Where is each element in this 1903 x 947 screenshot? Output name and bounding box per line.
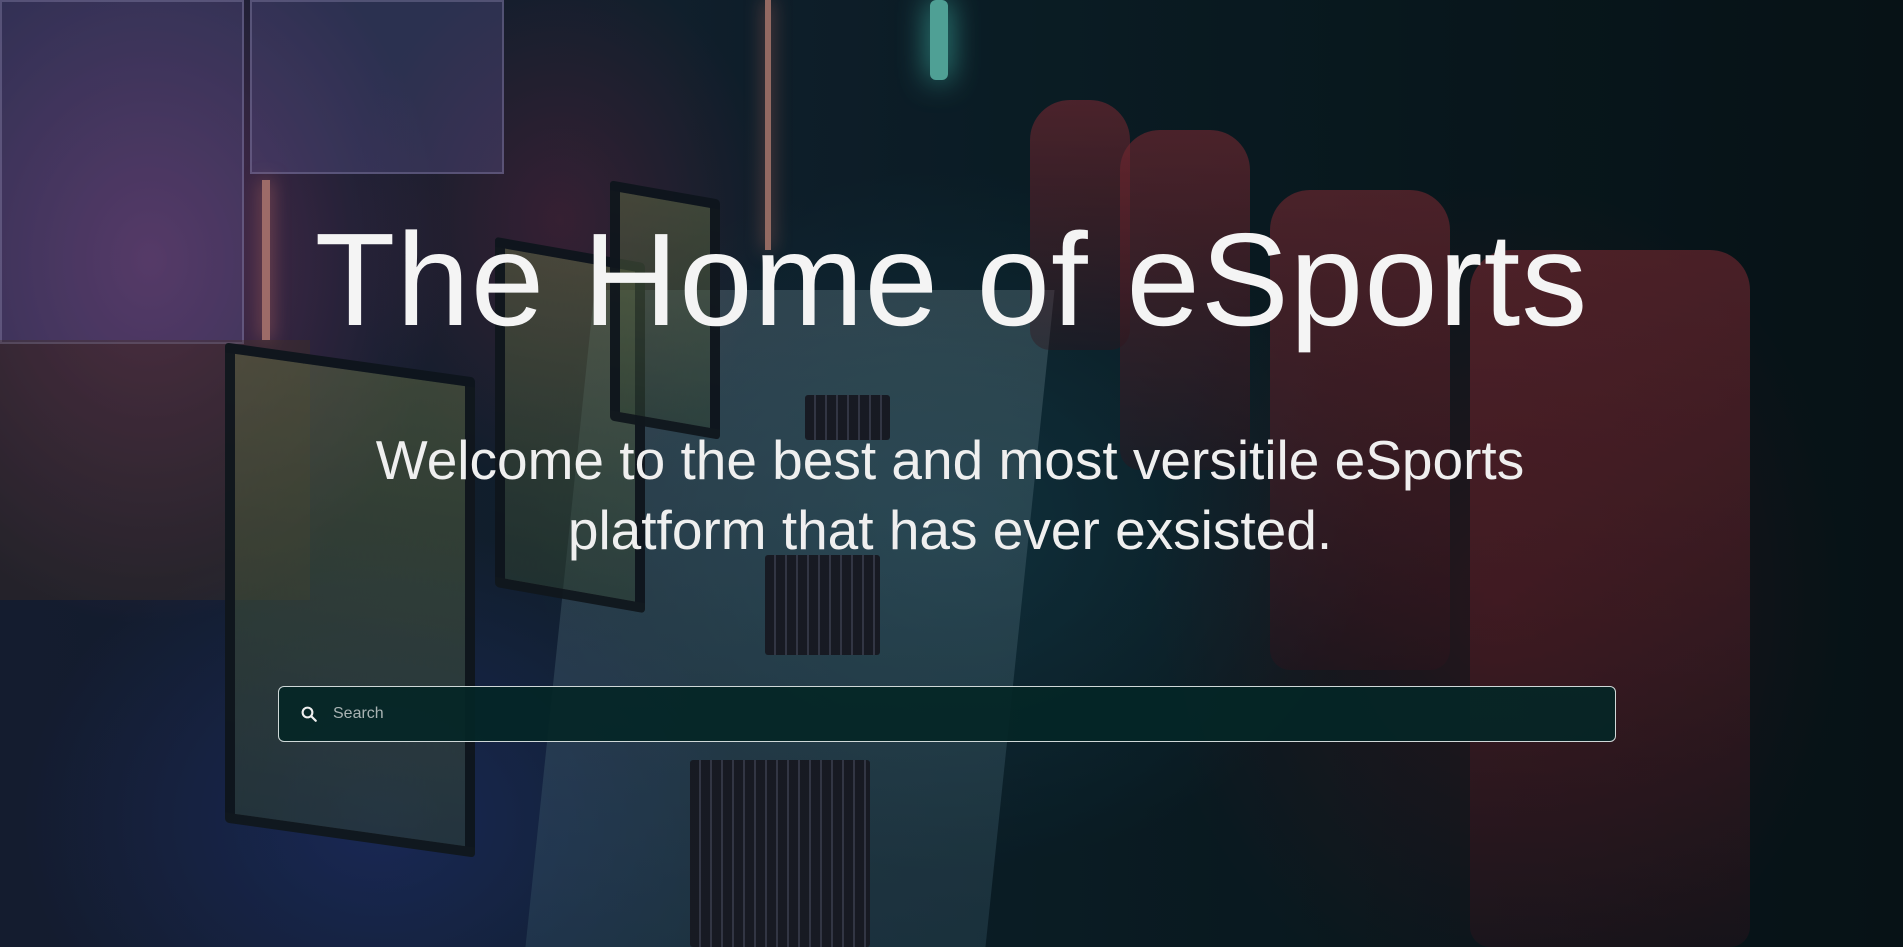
- hero-section: The Home of eSports Welcome to the best …: [0, 0, 1903, 947]
- hero-content: The Home of eSports Welcome to the best …: [0, 0, 1903, 947]
- page-title: The Home of eSports: [314, 206, 1589, 353]
- page-subtitle: Welcome to the best and most versitile e…: [375, 429, 1525, 561]
- search-input[interactable]: [329, 687, 1615, 741]
- search-icon: [289, 686, 329, 742]
- search-bar[interactable]: [278, 686, 1616, 742]
